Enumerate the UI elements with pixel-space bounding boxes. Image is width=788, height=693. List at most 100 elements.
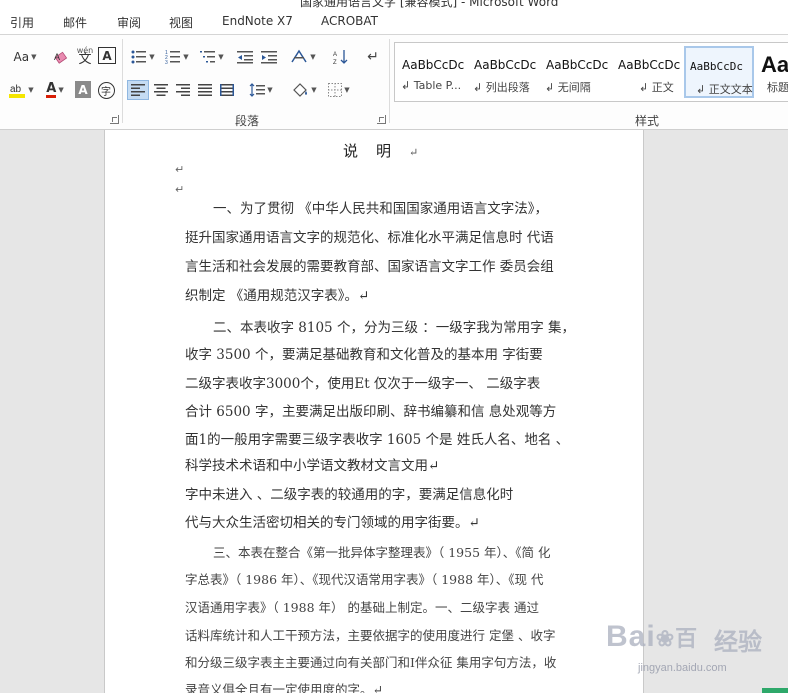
chevron-down-icon: ▼ xyxy=(28,86,34,94)
chevron-down-icon: ▼ xyxy=(31,53,37,61)
numbered-list-icon: 1 2 3 xyxy=(165,50,181,64)
watermark-url: jingyan.baidu.com xyxy=(638,662,727,674)
document-line: 字中未进入 、二级字表的较通用的字，要满足信息化时 xyxy=(185,487,514,503)
borders-button[interactable]: ▼ xyxy=(323,80,355,100)
svg-text:Z: Z xyxy=(333,60,337,65)
svg-text:ab: ab xyxy=(10,84,22,95)
style-body-text[interactable]: AaBbCcDc ↲ 正文文本 xyxy=(684,46,754,98)
document-page[interactable]: 说明↵ ↵ ↵ 一、为了贯彻 《中华人民共和国国家通用语言文字法》， 挺升国家通… xyxy=(104,130,644,693)
chevron-down-icon: ▼ xyxy=(311,86,317,94)
multilevel-list-button[interactable]: ▼ xyxy=(196,47,228,67)
font-color-button[interactable]: A ▼ xyxy=(40,80,70,100)
tab-view[interactable]: 视图 xyxy=(169,14,193,31)
style-name: ↲ Table P... xyxy=(401,79,462,92)
document-line: 二、本表收字 8105 个，分为三级 ：一级字我为常用字 集， xyxy=(213,320,576,336)
style-name: ↲ 正文文本 xyxy=(696,83,753,96)
eraser-icon: A xyxy=(54,51,68,64)
align-right-icon xyxy=(176,84,190,96)
style-sample: AaBbCcDc xyxy=(618,58,681,72)
decrease-indent-icon xyxy=(237,51,253,64)
chevron-down-icon: ▼ xyxy=(267,86,273,94)
document-line: 汉语通用字表》（ 1988 年） 的基础上制定。一、二级字表 通过 xyxy=(185,600,539,615)
ribbon: Aa ▼ A wén 文 A ab ▼ A ▼ A 字 ▼ 1 2 3 ▼ ▼ … xyxy=(0,35,788,130)
tab-review[interactable]: 审阅 xyxy=(117,14,141,31)
sort-icon: A Z xyxy=(333,50,348,65)
character-border-label: A xyxy=(102,48,112,63)
style-heading[interactable]: Aa 标题 xyxy=(761,46,788,98)
paragraph-group-label: 段落 xyxy=(235,114,260,128)
chevron-down-icon: ▼ xyxy=(58,86,64,94)
decrease-indent-button[interactable] xyxy=(234,47,256,67)
bullets-button[interactable]: ▼ xyxy=(127,47,159,67)
svg-text:A: A xyxy=(54,52,60,62)
style-name: ↲ 无间隔 xyxy=(545,81,591,94)
document-line: 代与大众生活密切相关的专门领域的用字街要。↵ xyxy=(185,515,480,531)
tab-mailings[interactable]: 邮件 xyxy=(63,14,87,31)
align-center-button[interactable] xyxy=(150,80,172,100)
clear-formatting-button[interactable]: A xyxy=(50,47,72,67)
character-shading-button[interactable]: A xyxy=(75,81,91,98)
document-line: 科学技术术语和中小学语文教材文言文用↵ xyxy=(185,458,440,474)
character-border-button[interactable]: A xyxy=(98,47,116,64)
highlight-color-button[interactable]: ab ▼ xyxy=(6,80,36,100)
style-no-spacing[interactable]: AaBbCcDc ↲ 无间隔 xyxy=(541,46,611,98)
phonetic-char-icon: 文 xyxy=(78,52,92,67)
justify-button[interactable] xyxy=(194,80,216,100)
sort-button[interactable]: A Z xyxy=(330,47,352,67)
change-case-button[interactable]: Aa ▼ xyxy=(8,47,42,67)
svg-text:A: A xyxy=(333,52,337,58)
style-table-paragraph[interactable]: AaBbCcDc ↲ Table P... xyxy=(397,46,467,98)
enclose-characters-button[interactable]: 字 xyxy=(96,80,116,100)
line-spacing-button[interactable]: ▼ xyxy=(245,80,277,100)
chevron-down-icon: ▼ xyxy=(310,53,316,61)
svg-text:3: 3 xyxy=(165,60,168,64)
show-formatting-marks-button[interactable]: ↵ xyxy=(362,47,384,67)
style-normal[interactable]: AaBbCcDc ↲ 正文 xyxy=(613,46,683,98)
paragraph-dialog-launcher[interactable] xyxy=(377,115,386,124)
tab-endnote[interactable]: EndNote X7 xyxy=(222,14,293,28)
chevron-down-icon: ▼ xyxy=(218,53,224,61)
line-spacing-icon xyxy=(249,83,266,97)
align-right-button[interactable] xyxy=(172,80,194,100)
document-line: 录音义俱全且有一定使用度的字。↵ xyxy=(185,682,383,693)
align-left-icon xyxy=(131,84,145,96)
pilcrow-icon: ↵ xyxy=(367,49,379,65)
style-sample: AaBbCcDc xyxy=(690,60,743,73)
style-sample: AaBbCcDc xyxy=(474,58,537,72)
group-divider xyxy=(122,39,123,123)
paragraph-shading-button[interactable]: ▼ xyxy=(287,80,321,100)
document-line: 字总表》（ 1986 年）、《现代汉语常用字表》（ 1988 年）、《现 代 xyxy=(185,572,544,587)
document-title: 说明↵ xyxy=(343,142,419,160)
chevron-down-icon: ▼ xyxy=(344,86,350,94)
paint-bucket-icon xyxy=(293,83,308,97)
document-line: 话料库统计和人工干预方法，主要依据字的使用度进行 定堡 、收字 xyxy=(185,628,556,643)
style-sample: AaBbCcDc xyxy=(402,58,465,72)
distributed-align-button[interactable] xyxy=(216,80,238,100)
style-name: 标题 xyxy=(767,81,788,94)
font-color-label: A xyxy=(46,81,57,98)
paragraph-mark: ↵ xyxy=(175,163,185,176)
styles-group-label: 样式 xyxy=(635,114,660,128)
highlighter-icon: ab xyxy=(9,84,26,98)
increase-indent-icon xyxy=(261,51,277,64)
document-line: 言生活和社会发展的需要教育部、国家语言文字工作 委员会组 xyxy=(185,259,554,275)
phonetic-guide-button[interactable]: wén 文 xyxy=(74,45,96,67)
align-left-button[interactable] xyxy=(127,80,149,100)
character-shading-label: A xyxy=(78,82,88,97)
numbering-button[interactable]: 1 2 3 ▼ xyxy=(161,47,193,67)
tab-references[interactable]: 引用 xyxy=(10,14,34,31)
style-list-paragraph[interactable]: AaBbCcDc ↲ 列出段落 xyxy=(469,46,539,98)
watermark-text: 经验 xyxy=(714,628,762,656)
paw-icon: ❀ xyxy=(655,626,676,651)
justify-icon xyxy=(198,84,212,96)
document-line: 挺升国家通用语言文字的规范化、标准化水平满足信息时 代语 xyxy=(185,230,554,246)
window-title-bar: 国家通用语言文字 [兼容模式] - Microsoft Word xyxy=(0,0,788,8)
document-line: 面1的一般用字需要三级字表收字 1605 个是 姓氏人名、地名 、 xyxy=(185,432,570,448)
style-sample: Aa xyxy=(761,52,788,77)
increase-indent-button[interactable] xyxy=(258,47,280,67)
asian-layout-button[interactable]: ▼ xyxy=(287,47,319,67)
tab-acrobat[interactable]: ACROBAT xyxy=(321,14,378,28)
font-dialog-launcher[interactable] xyxy=(110,115,119,124)
borders-icon xyxy=(328,83,343,97)
distributed-align-icon xyxy=(220,84,234,96)
